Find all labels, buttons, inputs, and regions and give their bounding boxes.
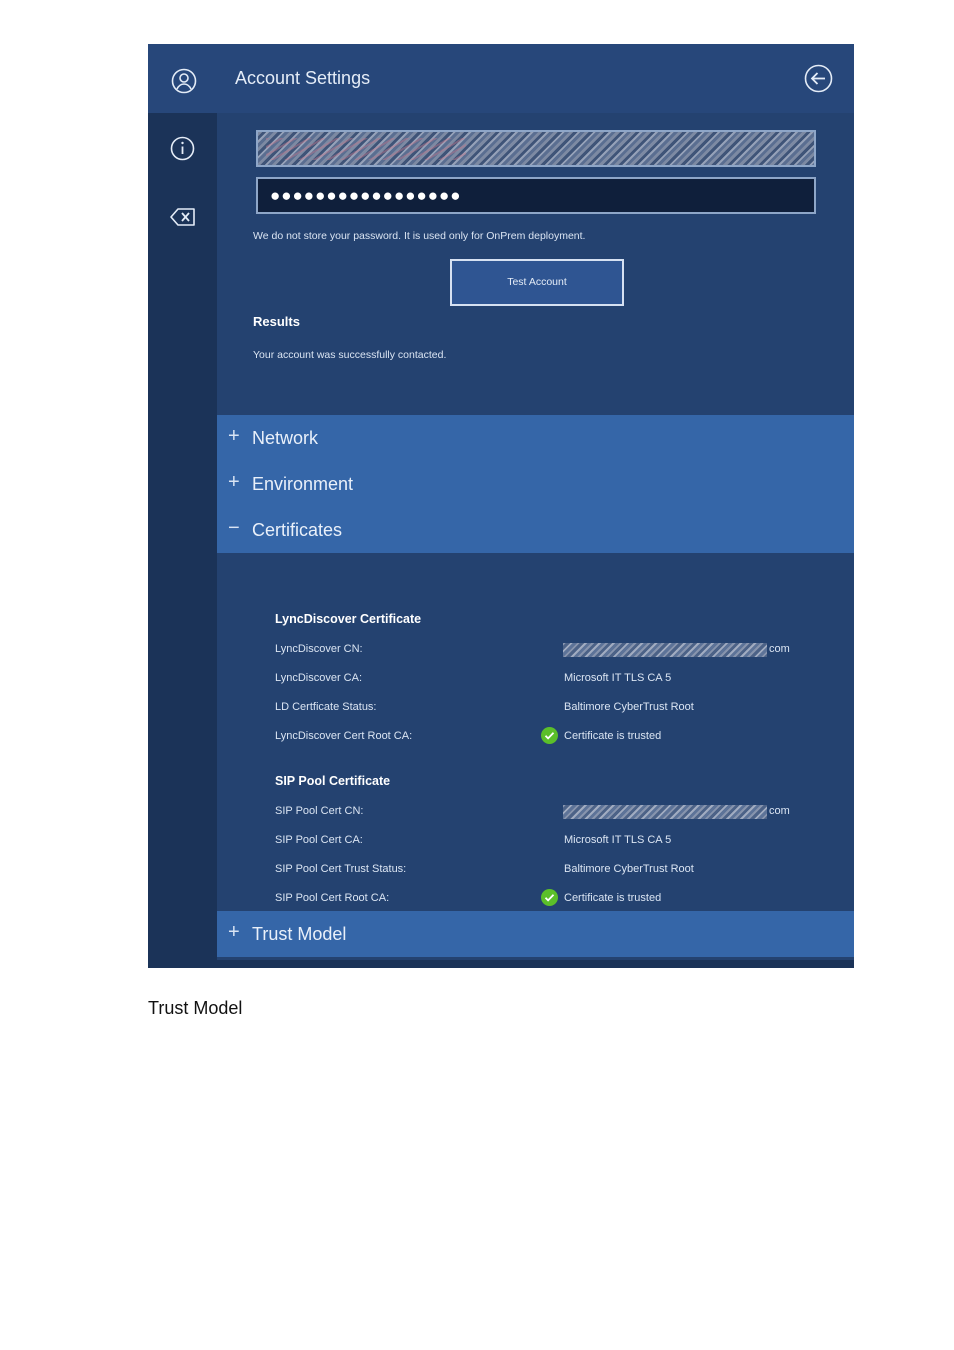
backspace-icon[interactable]: [170, 207, 196, 227]
cert-value: Baltimore CyberTrust Root: [564, 701, 694, 713]
sip-cert-heading: SIP Pool Certificate: [275, 774, 391, 788]
section-environment[interactable]: + Environment: [217, 461, 854, 507]
trusted-check-icon: [541, 889, 558, 906]
redacted-value: [563, 643, 767, 657]
collapse-icon: −: [228, 517, 240, 539]
section-label: Certificates: [252, 520, 343, 540]
cert-value: com: [769, 643, 790, 655]
expand-icon: +: [228, 425, 240, 447]
results-text: Your account was successfully contacted.: [253, 349, 447, 361]
password-note: We do not store your password. It is use…: [253, 230, 586, 242]
cert-value: Microsoft IT TLS CA 5: [564, 672, 672, 684]
account-settings-window: Account Settings ●●●●●●●●●●●●●●●●● We do…: [148, 44, 854, 968]
cert-key: LyncDiscover CN:: [275, 643, 363, 655]
section-label: Environment: [252, 474, 354, 494]
cert-value: Microsoft IT TLS CA 5: [564, 834, 672, 846]
cert-key: SIP Pool Cert Trust Status:: [275, 863, 407, 875]
lync-cert-heading: LyncDiscover Certificate: [275, 612, 422, 626]
info-icon[interactable]: [170, 136, 195, 161]
app-header: Account Settings: [217, 44, 854, 113]
cert-key: SIP Pool Cert CN:: [275, 805, 364, 817]
cert-value: Certificate is trusted: [564, 892, 662, 904]
cert-key: SIP Pool Cert CA:: [275, 834, 363, 846]
expand-icon: +: [228, 471, 240, 493]
page-title: Account Settings: [235, 68, 371, 88]
back-arrow-icon[interactable]: [804, 64, 833, 93]
figure-caption: Trust Model: [148, 998, 243, 1018]
cert-key: LyncDiscover CA:: [275, 672, 363, 684]
section-label: Network: [252, 428, 319, 448]
expand-icon: +: [228, 921, 240, 943]
email-field[interactable]: [256, 130, 816, 167]
cert-key: LD Certficate Status:: [275, 701, 377, 713]
cert-key: SIP Pool Cert Root CA:: [275, 892, 390, 904]
trusted-check-icon: [541, 727, 558, 744]
certificates-panel: LyncDiscover Certificate LyncDiscover CN…: [217, 599, 854, 911]
section-label: Trust Model: [252, 924, 347, 944]
cert-value: Baltimore CyberTrust Root: [564, 863, 694, 875]
section-certificates[interactable]: − Certificates: [217, 507, 854, 553]
test-account-button[interactable]: Test Account: [450, 259, 624, 306]
cert-key: LyncDiscover Cert Root CA:: [275, 730, 413, 742]
redacted-email: [266, 138, 466, 160]
section-trust-model[interactable]: + Trust Model: [217, 911, 854, 957]
cert-value: Certificate is trusted: [564, 730, 662, 742]
redacted-value: [563, 805, 767, 819]
person-icon[interactable]: [171, 68, 197, 94]
left-rail: [148, 44, 217, 968]
settings-content: ●●●●●●●●●●●●●●●●● We do not store your p…: [217, 113, 854, 960]
password-field[interactable]: ●●●●●●●●●●●●●●●●●: [256, 177, 816, 214]
results-heading: Results: [253, 314, 300, 329]
cert-value: com: [769, 805, 790, 817]
section-network[interactable]: + Network: [217, 415, 854, 461]
